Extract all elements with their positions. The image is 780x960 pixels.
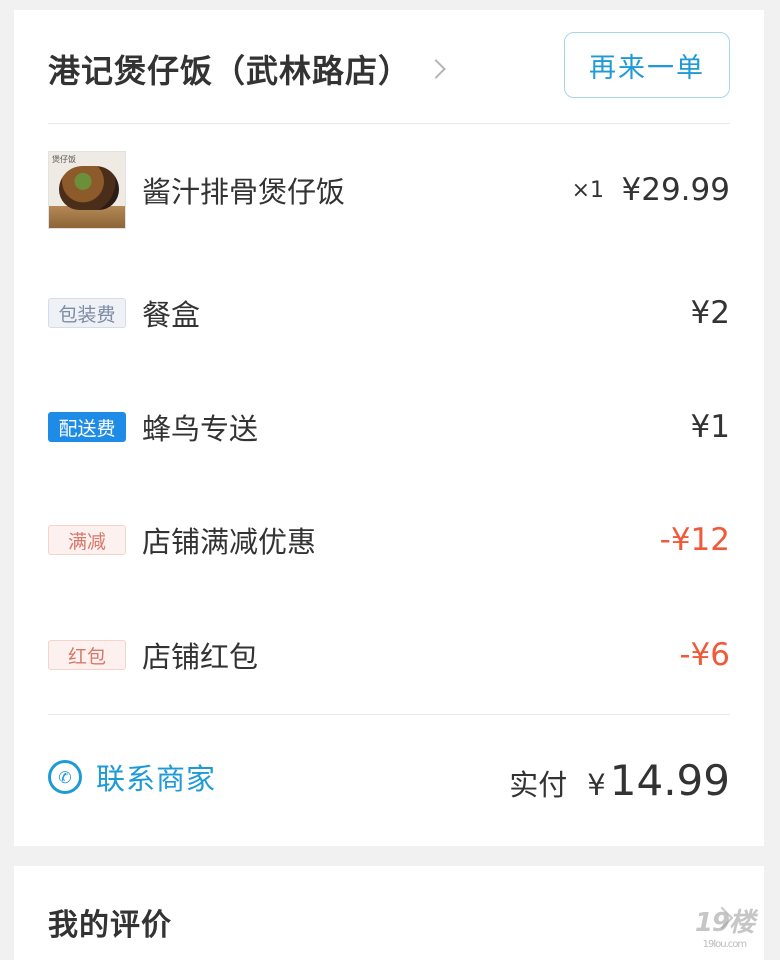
- contact-label: 联系商家: [96, 762, 217, 796]
- total-paid: 实付 ¥ 14.99: [509, 756, 730, 805]
- discount-name: 店铺满减优惠: [142, 525, 317, 559]
- review-card[interactable]: 我的评价 19楼 19lou.com: [14, 866, 764, 960]
- discount-amount: -¥6: [679, 637, 730, 673]
- phone-icon: ✆: [48, 760, 82, 794]
- fee-row-packaging: 包装费 餐盒 ¥2: [48, 273, 730, 353]
- review-title: 我的评价: [48, 908, 172, 943]
- watermark-sub: 19lou.com: [702, 939, 748, 950]
- fee-name: 餐盒: [142, 298, 201, 332]
- food-thumbnail: 煲仔饭: [48, 151, 126, 229]
- thumbnail-label: 煲仔饭: [52, 155, 76, 164]
- shop-name: 港记煲仔饭（武林路店）: [48, 52, 412, 90]
- discount-row-red-packet: 红包 店铺红包 -¥6: [48, 615, 730, 695]
- fee-amount: ¥2: [690, 295, 730, 331]
- currency-symbol: ¥: [587, 768, 606, 802]
- item-quantity: ×1: [571, 177, 604, 203]
- divider: [48, 714, 730, 715]
- delivery-badge: 配送费: [48, 412, 126, 442]
- fee-name: 蜂鸟专送: [142, 412, 259, 446]
- item-price: ¥29.99: [621, 172, 730, 208]
- packaging-badge: 包装费: [48, 298, 126, 328]
- discount-row-full-reduction: 满减 店铺满减优惠 -¥12: [48, 500, 730, 580]
- order-card: 港记煲仔饭（武林路店） 再来一单 煲仔饭 酱汁排骨煲仔饭 ×1 ¥29.99 包…: [14, 10, 764, 846]
- fee-amount: ¥1: [690, 409, 730, 445]
- order-item-row: 煲仔饭 酱汁排骨煲仔饭 ×1 ¥29.99: [48, 150, 730, 230]
- item-name: 酱汁排骨煲仔饭: [142, 175, 346, 209]
- total-amount: 14.99: [609, 756, 730, 805]
- order-header: 港记煲仔饭（武林路店） 再来一单: [48, 10, 730, 124]
- fee-row-delivery: 配送费 蜂鸟专送 ¥1: [48, 387, 730, 467]
- chevron-right-icon: [426, 59, 446, 79]
- contact-merchant-button[interactable]: ✆ 联系商家: [48, 756, 216, 798]
- red-packet-badge: 红包: [48, 640, 126, 670]
- discount-name: 店铺红包: [142, 640, 259, 674]
- shop-link[interactable]: 港记煲仔饭（武林路店）: [48, 46, 446, 92]
- discount-amount: -¥12: [659, 522, 730, 558]
- watermark-text: 19楼: [694, 908, 755, 938]
- reorder-button[interactable]: 再来一单: [564, 32, 730, 98]
- watermark-logo: 19楼 19lou.com: [694, 902, 755, 950]
- discount-badge: 满减: [48, 525, 126, 555]
- paid-label: 实付: [509, 768, 568, 802]
